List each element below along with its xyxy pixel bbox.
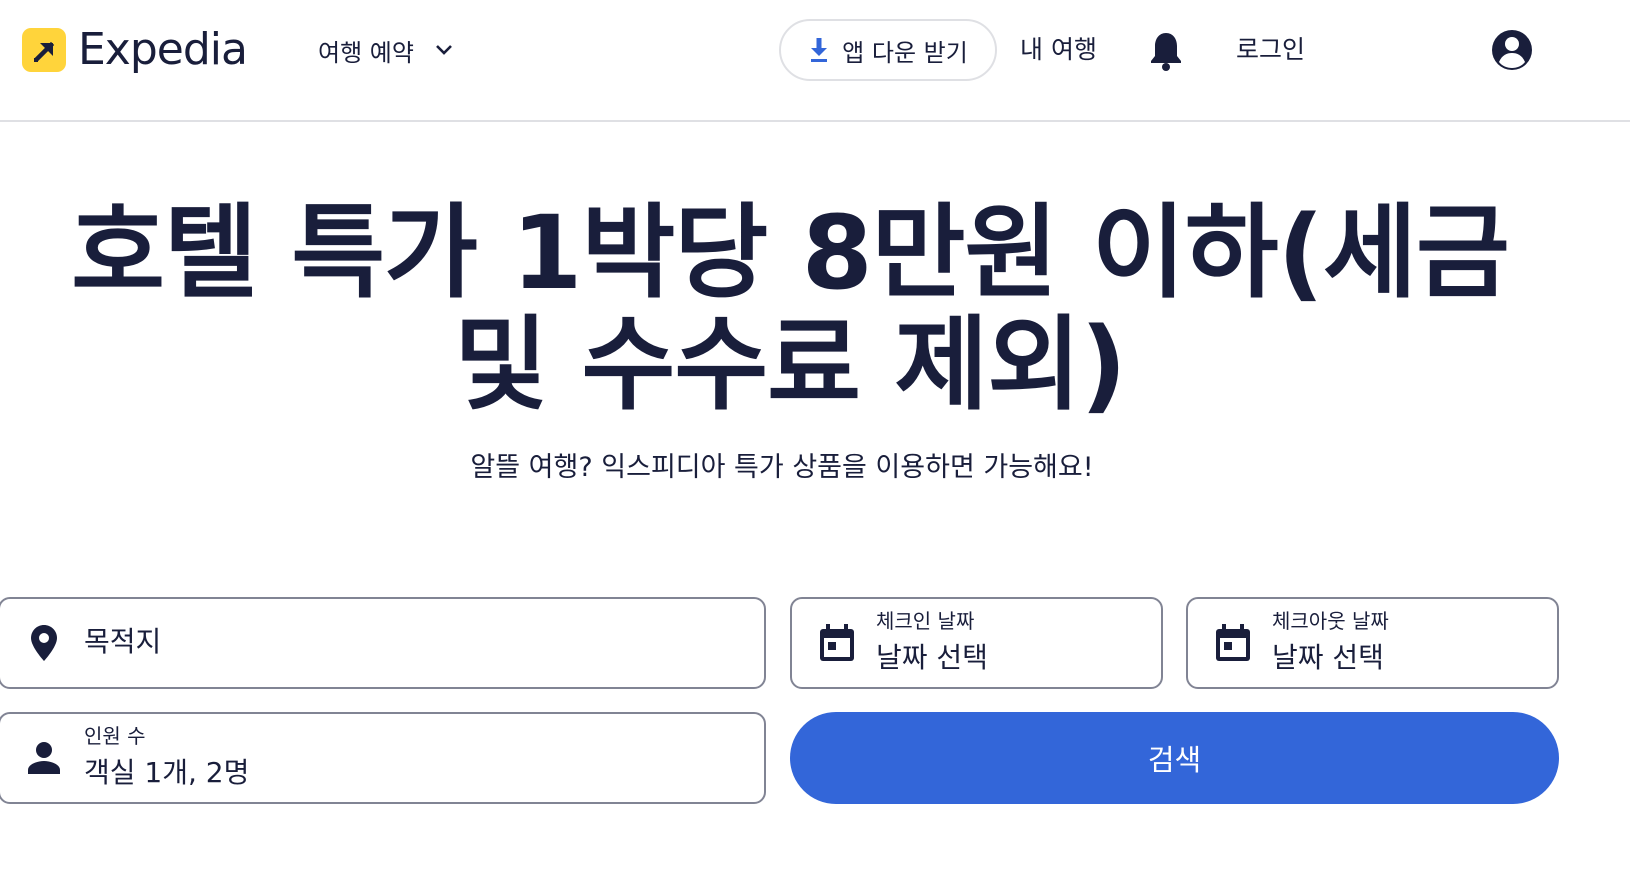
download-icon — [808, 37, 830, 63]
person-icon — [26, 740, 62, 776]
checkout-date-field[interactable]: 체크아웃 날짜 날짜 선택 — [1186, 597, 1559, 689]
checkout-value: 날짜 선택 — [1272, 641, 1384, 674]
checkin-label: 체크인 날짜 — [876, 609, 975, 633]
my-trips-link[interactable]: 내 여행 — [1020, 32, 1097, 68]
trip-booking-menu[interactable]: 여행 예약 — [318, 32, 454, 68]
top-header: Expedia 여행 예약 앱 다운 받기 내 여행 로그인 — [0, 0, 1630, 122]
calendar-icon — [818, 623, 856, 663]
hero-title: 호텔 특가 1박당 8만원 이하(세금 및 수수료 제외) — [71, 194, 1510, 425]
bell-icon[interactable] — [1148, 30, 1184, 76]
checkin-value: 날짜 선택 — [876, 641, 988, 674]
search-button[interactable]: 검색 — [790, 712, 1559, 804]
app-download-label: 앱 다운 받기 — [842, 38, 968, 67]
checkin-date-field[interactable]: 체크인 날짜 날짜 선택 — [790, 597, 1163, 689]
account-icon[interactable] — [1490, 28, 1534, 76]
calendar-icon — [1214, 623, 1252, 663]
checkout-label: 체크아웃 날짜 — [1272, 609, 1389, 633]
login-link[interactable]: 로그인 — [1236, 32, 1305, 68]
map-pin-icon — [28, 623, 60, 663]
expedia-logo-icon — [22, 28, 66, 72]
logo-wordmark: Expedia — [78, 24, 248, 75]
destination-placeholder: 목적지 — [84, 625, 162, 658]
trip-booking-label: 여행 예약 — [318, 38, 414, 67]
destination-field[interactable]: 목적지 — [0, 597, 766, 689]
travelers-label: 인원 수 — [84, 724, 146, 748]
travelers-value: 객실 1개, 2명 — [84, 756, 250, 789]
travelers-field[interactable]: 인원 수 객실 1개, 2명 — [0, 712, 766, 804]
expedia-logo[interactable]: Expedia — [22, 24, 248, 75]
chevron-down-icon — [434, 43, 454, 57]
hero-subtitle: 알뜰 여행? 익스피디아 특가 상품을 이용하면 가능해요! — [470, 452, 1094, 483]
app-download-button[interactable]: 앱 다운 받기 — [779, 19, 997, 81]
